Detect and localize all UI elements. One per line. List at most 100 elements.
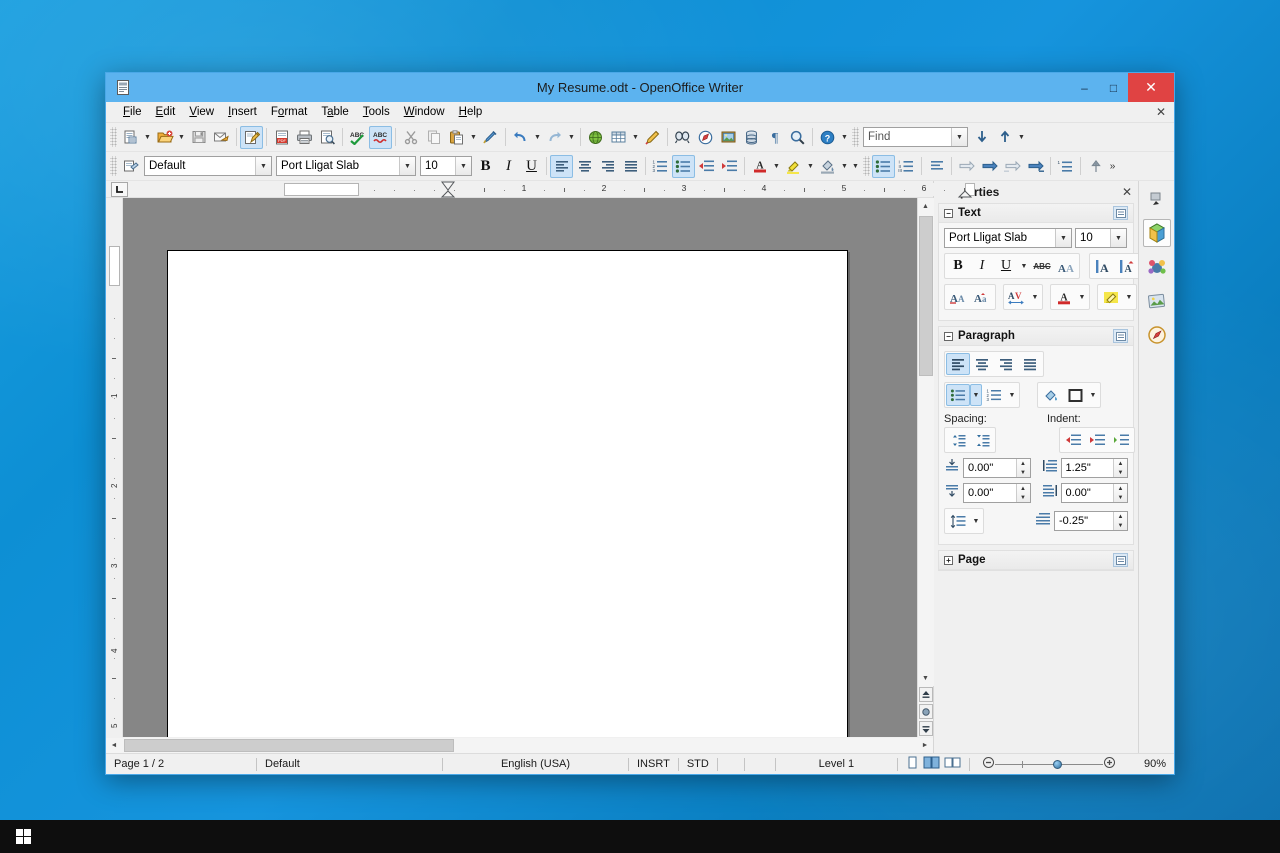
copy-icon[interactable]: [422, 126, 445, 149]
zoom-track[interactable]: [995, 759, 1103, 769]
font-color-icon[interactable]: A: [748, 155, 771, 178]
menu-format[interactable]: Format: [264, 104, 314, 120]
windows-start-icon[interactable]: [0, 820, 46, 853]
bullets-on-off-icon[interactable]: [872, 154, 895, 178]
demote-with-subpoints-icon[interactable]: [1024, 155, 1047, 178]
text-panel-title[interactable]: − Text: [939, 204, 1133, 223]
sidebar-font-name-dropdown-icon[interactable]: ▼: [1055, 229, 1071, 247]
align-left-icon[interactable]: [550, 154, 573, 178]
save-document-icon[interactable]: [187, 126, 210, 149]
navigation-button[interactable]: [918, 704, 933, 719]
scroll-up-button[interactable]: ▲: [917, 198, 934, 214]
zoom-icon[interactable]: [786, 126, 809, 149]
scroll-left-button[interactable]: ◄: [106, 737, 122, 753]
paragraph-borders-dropdown-icon[interactable]: ▼: [1087, 384, 1099, 406]
first-line-indent-stepper[interactable]: ▲ ▼: [1113, 512, 1127, 530]
decrease-paragraph-spacing-icon[interactable]: [970, 429, 994, 451]
sidebar-align-justified-icon[interactable]: [1018, 353, 1042, 375]
horizontal-scroll-track[interactable]: [122, 737, 917, 753]
paragraph-borders-icon[interactable]: [1063, 384, 1087, 406]
sidebar-close-icon[interactable]: ✕: [1122, 185, 1132, 199]
paste-dropdown-icon[interactable]: ▼: [468, 126, 479, 149]
scroll-down-button[interactable]: ▼: [917, 670, 934, 686]
paragraph-background-color-icon[interactable]: [1039, 384, 1063, 406]
outline-level-indicator[interactable]: Level 1: [776, 754, 897, 775]
export-pdf-icon[interactable]: PDF: [270, 126, 293, 149]
sidebar-increase-indent-icon[interactable]: [1085, 429, 1109, 451]
close-button[interactable]: ✕: [1128, 73, 1174, 102]
right-indent-marker[interactable]: [957, 190, 973, 199]
sidebar-bold-button[interactable]: B: [946, 255, 970, 277]
digital-signature-indicator[interactable]: [718, 754, 744, 775]
menu-tools[interactable]: Tools: [356, 104, 397, 120]
cut-icon[interactable]: [399, 126, 422, 149]
minimize-button[interactable]: –: [1070, 73, 1099, 102]
background-color-dropdown-icon[interactable]: ▼: [839, 155, 850, 178]
highlighting-icon[interactable]: [782, 155, 805, 178]
highlighting-dropdown-icon[interactable]: ▼: [805, 155, 816, 178]
text-more-options-icon[interactable]: [1113, 206, 1128, 220]
menu-window[interactable]: Window: [397, 104, 452, 120]
apply-style-icon[interactable]: [119, 155, 142, 178]
line-spacing-icon[interactable]: [946, 510, 970, 532]
italic-button[interactable]: I: [497, 155, 520, 178]
first-line-indent-input[interactable]: -0.25" ▲ ▼: [1054, 511, 1128, 531]
superscript-subscript-icon[interactable]: A A: [1054, 255, 1078, 277]
no-list-icon[interactable]: [925, 155, 948, 178]
decrease-indent-icon[interactable]: [695, 155, 718, 178]
menu-view[interactable]: View: [182, 104, 221, 120]
font-size-combo[interactable]: 10 ▼: [420, 156, 472, 176]
horizontal-scrollbar[interactable]: ◄ ►: [106, 737, 933, 753]
page-panel-title[interactable]: + Page: [939, 551, 1133, 570]
bullets-toolbar-overflow-icon[interactable]: »: [1107, 155, 1118, 178]
uppercase-icon[interactable]: A A: [946, 286, 970, 308]
gallery-deck-icon[interactable]: [1143, 287, 1171, 315]
insert-mode-indicator[interactable]: INSRT: [629, 754, 678, 775]
align-justified-icon[interactable]: [619, 155, 642, 178]
unordered-list-icon[interactable]: [672, 154, 695, 178]
single-page-view-icon[interactable]: [906, 756, 919, 772]
redo-icon[interactable]: [543, 126, 566, 149]
spelling-icon[interactable]: ABC: [346, 126, 369, 149]
sidebar-font-color-icon[interactable]: A: [1052, 286, 1076, 308]
menu-table[interactable]: Table: [314, 104, 356, 120]
edit-mode-icon[interactable]: [240, 125, 263, 149]
find-toolbar-grip[interactable]: [852, 127, 859, 147]
document-page[interactable]: [167, 250, 848, 737]
vertical-scrollbar[interactable]: ▲ ▼: [917, 198, 934, 737]
print-preview-icon[interactable]: [316, 126, 339, 149]
decrease-font-size-icon[interactable]: A: [1115, 255, 1139, 277]
insert-table-icon[interactable]: [607, 126, 630, 149]
draw-functions-icon[interactable]: [641, 126, 664, 149]
align-right-icon[interactable]: [596, 155, 619, 178]
open-document-dropdown-icon[interactable]: ▼: [176, 126, 187, 149]
demote-icon[interactable]: [978, 155, 1001, 178]
ordered-list-icon[interactable]: 123: [649, 155, 672, 178]
indent-before-text-input[interactable]: 1.25" ▲ ▼: [1060, 458, 1128, 478]
redo-dropdown-icon[interactable]: ▼: [566, 126, 577, 149]
email-document-icon[interactable]: [210, 126, 233, 149]
numbering-on-off-icon[interactable]: I II III: [895, 155, 918, 178]
sidebar-ordered-list-icon[interactable]: 123: [982, 384, 1006, 406]
zoom-slider[interactable]: [974, 754, 1124, 775]
undo-icon[interactable]: [509, 126, 532, 149]
increase-font-size-icon[interactable]: A: [1091, 255, 1115, 277]
help-icon[interactable]: ?: [816, 126, 839, 149]
clone-formatting-icon[interactable]: [479, 126, 502, 149]
vertical-ruler[interactable]: 1 2 3 4 5: [106, 198, 123, 737]
promote-icon[interactable]: [955, 155, 978, 178]
hyperlink-icon[interactable]: [584, 126, 607, 149]
zoom-out-button[interactable]: [982, 756, 995, 772]
promote-with-subpoints-icon[interactable]: [1001, 155, 1024, 178]
paragraph-panel-expander[interactable]: −: [944, 331, 953, 341]
page-indicator[interactable]: Page 1 / 2: [106, 754, 256, 775]
insert-unnumbered-entry-icon[interactable]: 1: [1054, 155, 1077, 178]
find-next-icon[interactable]: [970, 126, 993, 149]
underline-dropdown-icon[interactable]: ▼: [1018, 255, 1030, 277]
sidebar-unordered-list-icon[interactable]: [946, 384, 970, 406]
navigator-icon[interactable]: [694, 126, 717, 149]
paragraph-style-combo[interactable]: Default ▼: [144, 156, 272, 176]
sidebar-font-name-combo[interactable]: Port Lligat Slab ▼: [944, 228, 1072, 248]
open-document-icon[interactable]: [153, 126, 176, 149]
page-more-options-icon[interactable]: [1113, 553, 1128, 567]
